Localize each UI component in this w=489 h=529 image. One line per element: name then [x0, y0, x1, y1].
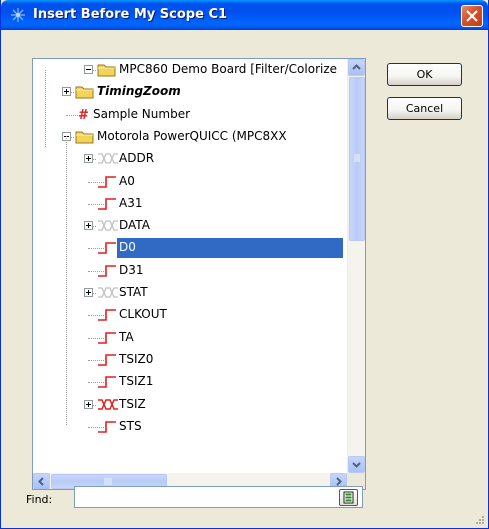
- bus-icon: [97, 285, 119, 303]
- tree-item-label: A0: [119, 174, 135, 188]
- tree-item[interactable]: STAT: [33, 282, 353, 304]
- bus-icon: [97, 151, 119, 169]
- folder-icon: [97, 62, 117, 80]
- tree-item[interactable]: # Sample Number: [33, 104, 353, 126]
- tree-item[interactable]: A0: [33, 171, 353, 193]
- scroll-left-button[interactable]: [33, 473, 50, 489]
- folder-icon: [75, 84, 95, 102]
- vertical-scrollbar[interactable]: [347, 59, 365, 473]
- tree-item-label: ADDR: [119, 151, 155, 165]
- tree-item-label: D0: [119, 240, 136, 254]
- title-bar[interactable]: Insert Before My Scope C1: [1, 0, 488, 30]
- tree-item[interactable]: D0: [33, 237, 353, 259]
- chevron-up-icon: [352, 64, 361, 70]
- signal-icon: [97, 263, 117, 281]
- tree-item-label: DATA: [119, 218, 150, 232]
- signal-icon: [97, 330, 117, 348]
- bus-red-icon: [97, 397, 119, 415]
- signal-icon: [97, 196, 117, 214]
- selection-highlight: [117, 238, 343, 258]
- signal-icon: [97, 352, 117, 370]
- tree-item-label: TA: [119, 330, 134, 344]
- dialog-window: Insert Before My Scope C1 MPC860 Demo Bo…: [0, 0, 489, 529]
- close-icon: [466, 10, 478, 22]
- tree-item-label: D31: [119, 263, 144, 277]
- chevron-down-icon: [352, 462, 361, 468]
- scroll-up-button[interactable]: [348, 59, 365, 76]
- tree-item[interactable]: MPC860 Demo Board [Filter/Colorize: [33, 59, 353, 81]
- find-input[interactable]: [74, 486, 363, 508]
- scroll-down-button[interactable]: [348, 456, 365, 473]
- close-button[interactable]: [461, 5, 483, 27]
- window-title: Insert Before My Scope C1: [33, 7, 228, 22]
- tree-item-label: MPC860 Demo Board [Filter/Colorize: [119, 62, 338, 76]
- signal-tree[interactable]: MPC860 Demo Board [Filter/Colorize Timing…: [32, 58, 366, 490]
- tree-item[interactable]: Motorola PowerQUICC (MPC8XX: [33, 126, 353, 148]
- tree-item[interactable]: A31: [33, 193, 353, 215]
- app-icon: [10, 7, 26, 23]
- find-button[interactable]: [339, 489, 358, 506]
- svg-text:#: #: [78, 108, 89, 122]
- dialog-client: MPC860 Demo Board [Filter/Colorize Timing…: [4, 30, 485, 525]
- list-icon: [343, 491, 354, 504]
- tree-item[interactable]: D31: [33, 260, 353, 282]
- tree-item-label: TSIZ0: [119, 352, 154, 366]
- tree-item[interactable]: TSIZ: [33, 394, 353, 416]
- tree-item-label: TimingZoom: [97, 84, 181, 98]
- collapse-icon[interactable]: [84, 65, 93, 74]
- tree-item[interactable]: STS: [33, 416, 353, 438]
- ok-button[interactable]: OK: [387, 63, 462, 86]
- tree-item[interactable]: CLKOUT: [33, 304, 353, 326]
- tree-trunk-line: [66, 136, 67, 425]
- expand-icon[interactable]: [84, 400, 93, 409]
- expand-icon[interactable]: [84, 221, 93, 230]
- find-label: Find:: [26, 493, 53, 506]
- expand-icon[interactable]: [84, 154, 93, 163]
- expand-icon[interactable]: [62, 87, 71, 96]
- expand-icon[interactable]: [84, 288, 93, 297]
- tree-item[interactable]: ADDR: [33, 148, 353, 170]
- tree-item-label: Sample Number: [93, 107, 191, 121]
- signal-icon: [97, 374, 117, 392]
- resize-grip-icon[interactable]: [474, 514, 484, 524]
- tree-item[interactable]: TimingZoom: [33, 81, 353, 103]
- tree-item-label: STAT: [119, 285, 148, 299]
- signal-icon: [97, 307, 117, 325]
- vertical-scroll-thumb[interactable]: [349, 77, 365, 241]
- tree-item-label: CLKOUT: [119, 307, 167, 321]
- tree-trunk-line: [45, 70, 46, 147]
- bus-icon: [97, 218, 119, 236]
- folder-icon: [75, 129, 95, 147]
- tree-item[interactable]: TSIZ0: [33, 349, 353, 371]
- hash-icon: #: [75, 107, 89, 125]
- signal-icon: [97, 174, 117, 192]
- tree-item-label: A31: [119, 196, 143, 210]
- tree-item[interactable]: TSIZ1: [33, 371, 353, 393]
- cancel-button[interactable]: Cancel: [387, 97, 462, 120]
- tree-item[interactable]: DATA: [33, 215, 353, 237]
- tree-item-label: TSIZ: [119, 397, 146, 411]
- tree-item-label: STS: [119, 419, 142, 433]
- tree-item[interactable]: TA: [33, 327, 353, 349]
- tree-item-label: Motorola PowerQUICC (MPC8XX: [97, 129, 287, 143]
- signal-icon: [97, 240, 117, 258]
- grip-icon: [354, 154, 360, 162]
- signal-icon: [97, 419, 117, 437]
- tree-item-label: TSIZ1: [119, 374, 154, 388]
- chevron-left-icon: [38, 477, 44, 486]
